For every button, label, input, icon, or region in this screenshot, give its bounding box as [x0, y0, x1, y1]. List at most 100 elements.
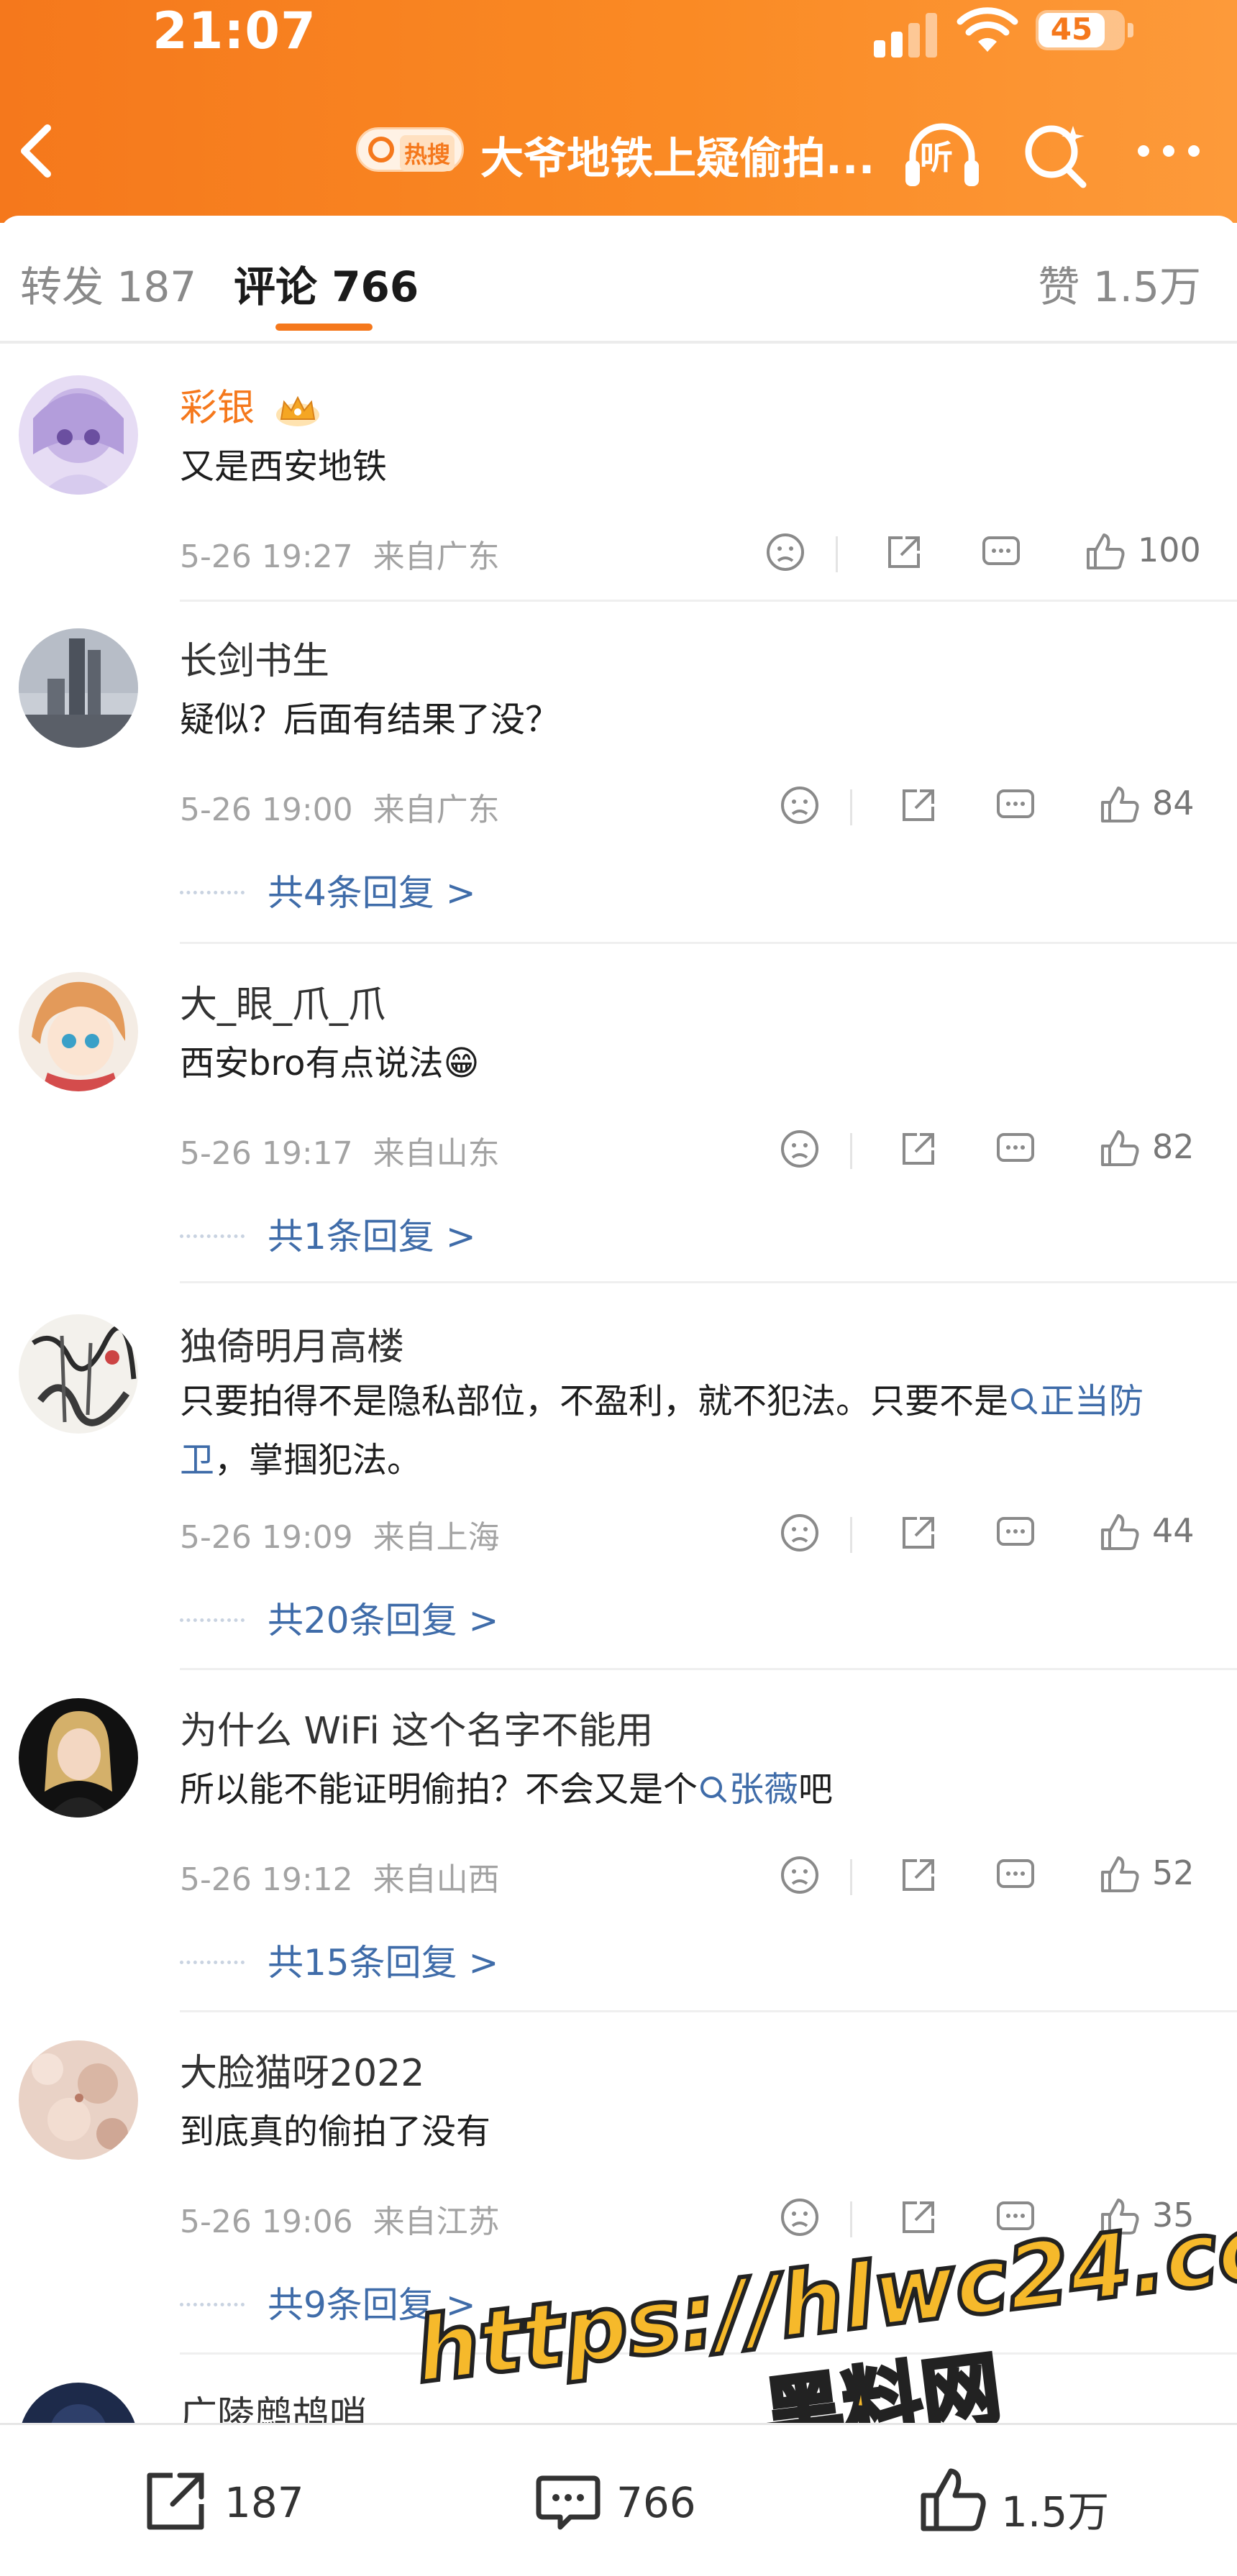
like-count: 82: [1152, 1127, 1195, 1166]
more-icon[interactable]: [1129, 129, 1208, 173]
comment-meta: 5-26 19:06 来自江苏: [180, 2196, 500, 2242]
divider: [180, 1668, 1237, 1670]
back-icon[interactable]: [7, 115, 65, 187]
comment-meta: 5-26 19:27 来自广东: [180, 531, 500, 577]
avatar[interactable]: [19, 375, 138, 495]
listen-button[interactable]: 听: [903, 119, 982, 191]
avatar[interactable]: [19, 1698, 138, 1818]
like-icon[interactable]: [1097, 782, 1143, 828]
comment-count: 766: [616, 2478, 696, 2527]
dislike-icon[interactable]: [777, 1510, 823, 1556]
dislike-icon[interactable]: [777, 2194, 823, 2240]
like-icon[interactable]: [1097, 2194, 1143, 2240]
like-icon[interactable]: [1097, 1510, 1143, 1556]
hot-search-badge[interactable]: 热搜: [356, 127, 464, 172]
like-icon[interactable]: [1082, 529, 1128, 575]
tab-active-indicator: [275, 324, 373, 331]
dislike-icon[interactable]: [777, 1852, 823, 1898]
comment-location: 来自广东: [373, 792, 500, 828]
share-icon[interactable]: [881, 529, 927, 575]
header: 21:07 45 热搜 大爷地铁上疑偷拍... 听: [0, 0, 1237, 223]
tab-like[interactable]: 赞 1.5万: [1038, 253, 1201, 313]
comment-location: 来自山西: [373, 1861, 500, 1898]
like-count: 35: [1152, 2196, 1195, 2234]
username[interactable]: 长剑书生: [180, 631, 329, 684]
comment-time: 5-26 19:06: [180, 2204, 353, 2240]
listen-label: 听: [920, 138, 953, 177]
like-icon[interactable]: [1097, 1852, 1143, 1898]
dislike-icon[interactable]: [777, 1126, 823, 1172]
divider: [180, 1281, 1237, 1283]
battery-level: 45: [1050, 12, 1093, 47]
like-icon: [921, 2468, 986, 2531]
tab-repost[interactable]: 转发 187: [20, 253, 196, 313]
avatar[interactable]: [19, 2040, 138, 2160]
tab-comment[interactable]: 评论 766: [234, 253, 419, 313]
reply-link[interactable]: 共20条回复 >: [180, 1592, 498, 1644]
comment-meta: 5-26 19:12 来自山西: [180, 1853, 500, 1899]
crown-icon: [275, 395, 319, 426]
tab-bar: 转发 187 评论 766 赞 1.5万: [0, 216, 1237, 344]
divider: [180, 942, 1237, 944]
repost-icon: [147, 2472, 204, 2530]
reply-link[interactable]: 共15条回复 >: [180, 1934, 498, 1986]
reply-link[interactable]: 共4条回复 >: [180, 864, 476, 916]
topic-link[interactable]: 张薇: [698, 1769, 798, 1810]
comment-text: 疑似？后面有结果了没？: [180, 700, 560, 740]
comment-icon[interactable]: [992, 2194, 1039, 2240]
status-time: 21:07: [152, 1, 316, 60]
like-icon[interactable]: [1097, 1126, 1143, 1172]
topic-search-icon: [1011, 1388, 1038, 1414]
share-icon[interactable]: [895, 1852, 941, 1898]
signal-icon: [874, 13, 937, 58]
comment-actions: 100: [762, 529, 1208, 579]
divider: [180, 600, 1237, 602]
share-icon[interactable]: [895, 2194, 941, 2240]
like-count: 52: [1152, 1853, 1195, 1892]
username[interactable]: 大脸猫呀2022: [180, 2043, 424, 2096]
comment-location: 来自江苏: [373, 2204, 500, 2240]
dislike-icon[interactable]: [777, 782, 823, 828]
comment-time: 5-26 19:17: [180, 1135, 353, 1172]
comment-icon: [536, 2475, 601, 2530]
avatar[interactable]: [19, 628, 138, 748]
share-icon[interactable]: [895, 782, 941, 828]
reply-link[interactable]: 共9条回复 >: [180, 2276, 476, 2328]
dislike-icon[interactable]: [762, 529, 808, 575]
comment-location: 来自山东: [373, 1135, 500, 1172]
comment-icon[interactable]: [978, 529, 1024, 575]
comment-icon[interactable]: [992, 782, 1039, 828]
username[interactable]: 独倚明月高楼: [180, 1316, 404, 1370]
comment-location: 来自广东: [373, 538, 500, 575]
username[interactable]: 为什么 WiFi 这个名字不能用: [180, 1700, 653, 1754]
comment-actions: 52: [777, 1852, 1208, 1902]
comment-icon[interactable]: [992, 1852, 1039, 1898]
comment-text: 所以能不能证明偷拍？不会又是个 张薇吧: [180, 1769, 834, 1810]
comment-location: 来自上海: [373, 1519, 500, 1556]
avatar[interactable]: [19, 1314, 138, 1434]
divider: [180, 2352, 1237, 2355]
repost-count: 187: [224, 2478, 304, 2527]
hot-search-label: 热搜: [400, 135, 455, 171]
comment-time: 5-26 19:27: [180, 538, 353, 575]
comment-actions: 44: [777, 1510, 1208, 1560]
comment-text: 只要拍得不是隐私部位，不盈利，就不犯法。只要不是 正当防卫，掌掴犯法。: [180, 1381, 1144, 1480]
comment-icon[interactable]: [992, 1510, 1039, 1556]
hot-search-icon: [368, 137, 394, 162]
comment-icon[interactable]: [992, 1126, 1039, 1172]
comment-actions: 82: [777, 1126, 1208, 1176]
like-count: 44: [1152, 1511, 1195, 1550]
comment-meta: 5-26 19:00 来自广东: [180, 784, 500, 830]
comment-meta: 5-26 19:09 来自上海: [180, 1511, 500, 1557]
comment-time: 5-26 19:09: [180, 1519, 353, 1556]
share-icon[interactable]: [895, 1126, 941, 1172]
battery-icon: 45: [1036, 10, 1133, 50]
username[interactable]: 大_眼_爪_爪: [180, 974, 385, 1028]
share-icon[interactable]: [895, 1510, 941, 1556]
reply-link[interactable]: 共1条回复 >: [180, 1208, 476, 1260]
bottom-action-bar: 187 766 1.5万: [0, 2423, 1237, 2576]
avatar[interactable]: [19, 972, 138, 1091]
comment-time: 5-26 19:00: [180, 792, 353, 828]
username[interactable]: 彩银: [180, 377, 321, 431]
search-icon[interactable]: [1020, 119, 1092, 191]
